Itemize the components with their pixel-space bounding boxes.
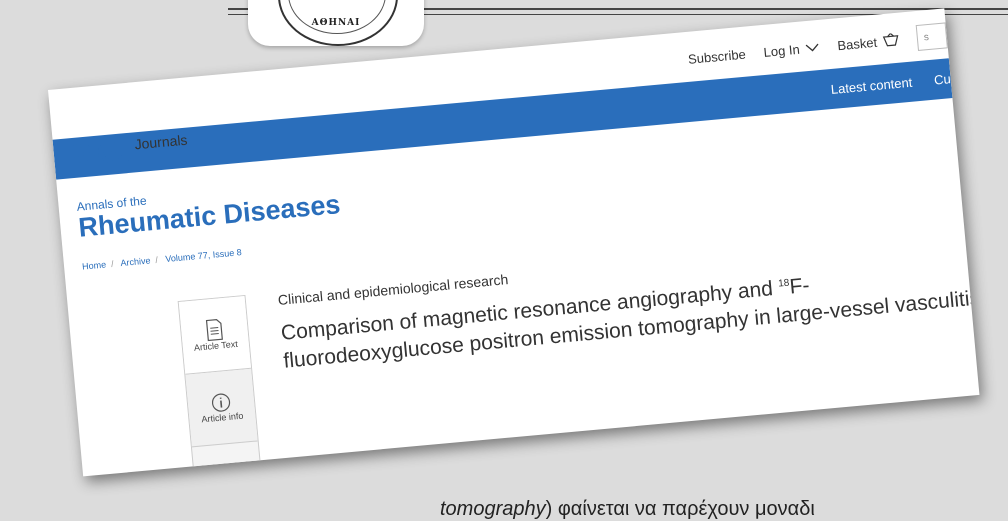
breadcrumb-home[interactable]: Home (82, 259, 107, 271)
caption-italic: tomography (440, 498, 546, 520)
seal-text: ΑΘΗΝΑΙ (311, 18, 361, 28)
tab-article-text-label: Article Text (193, 338, 239, 353)
basket-link[interactable]: Basket (837, 32, 900, 53)
university-seal: ΑΘΗΝΑΙ (248, 0, 424, 46)
subscribe-link[interactable]: Subscribe (687, 46, 746, 66)
main-nav: Latest content Cu (829, 58, 952, 109)
tab-article-info-label: Article info (201, 410, 244, 425)
breadcrumb-volume[interactable]: Volume 77, Issue 8 (165, 247, 242, 264)
chevron-down-icon (805, 43, 819, 52)
nav-latest-content[interactable]: Latest content (830, 74, 913, 96)
breadcrumb-archive[interactable]: Archive (120, 255, 151, 268)
screenshot-card: Subscribe Log In Basket s Latest content… (48, 8, 980, 477)
breadcrumb: Home / Archive / Volume 77, Issue 8 (81, 247, 243, 272)
journals-label: Journals (133, 131, 189, 153)
basket-icon (882, 32, 899, 47)
bmj-logo-text: BMJ (70, 134, 134, 174)
login-label: Log In (762, 41, 801, 60)
login-menu[interactable]: Log In (763, 39, 820, 59)
journal-title[interactable]: Annals of the Rheumatic Diseases (76, 176, 341, 243)
article-side-tabs: Article Text Article info (177, 294, 261, 473)
search-input[interactable]: s (915, 22, 948, 51)
article-title: Comparison of magnetic resonance angiogr… (279, 253, 979, 376)
nav-item-cut[interactable]: Cu (933, 71, 951, 87)
basket-label: Basket (836, 34, 878, 53)
tab-article-text[interactable]: Article Text (178, 296, 252, 375)
caption-rest: ) φαίνεται να παρέχουν μοναδι (545, 498, 815, 520)
document-icon (205, 319, 223, 342)
info-icon (211, 393, 231, 412)
tab-article-info[interactable]: Article info (185, 368, 258, 448)
